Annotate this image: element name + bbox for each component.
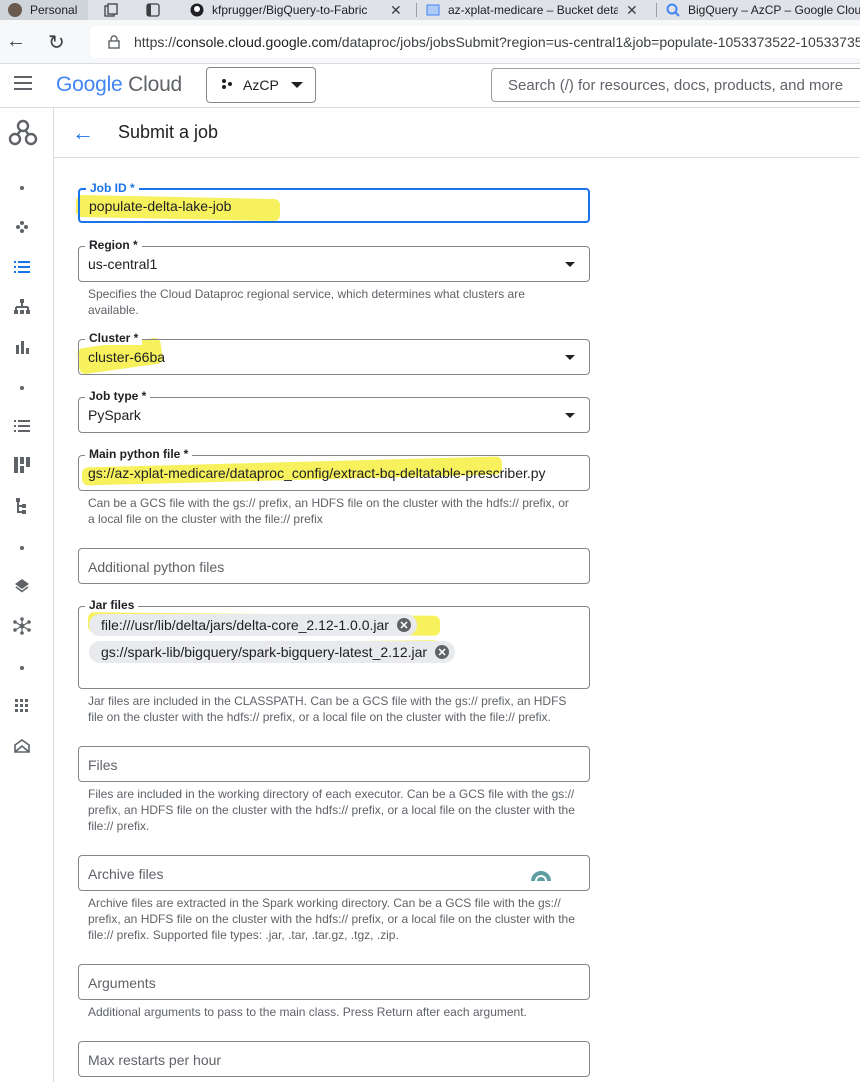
- region-label: Region *: [85, 238, 142, 252]
- search-input[interactable]: Search (/) for resources, docs, products…: [491, 68, 860, 102]
- back-arrow-icon[interactable]: ←: [6, 30, 26, 53]
- tab-github[interactable]: kfprugger/BigQuery-to-Fabric ✕: [182, 0, 412, 20]
- arguments-placeholder: Arguments: [88, 975, 156, 991]
- network-icon[interactable]: [13, 617, 31, 635]
- url-path: /dataproc/jobs/jobsSubmit?region=us-cent…: [337, 34, 860, 50]
- hierarchy-icon[interactable]: [13, 497, 31, 515]
- additional-python-files-field[interactable]: Additional python files: [78, 548, 590, 584]
- logo-cloud: Cloud: [128, 73, 183, 96]
- dropdown-arrow-icon: [565, 413, 575, 418]
- jar-chip[interactable]: file:///usr/lib/delta/jars/delta-core_2.…: [89, 614, 417, 636]
- console-header: Google Cloud AzCP Search (/) for resourc…: [0, 64, 860, 108]
- main-python-file-help: Can be a GCS file with the gs:// prefix,…: [88, 496, 569, 526]
- job-type-value: PySpark: [88, 407, 141, 423]
- nav-dot: [20, 386, 24, 390]
- nav-dot: [20, 186, 24, 190]
- region-select[interactable]: Region * us-central1: [78, 238, 590, 282]
- clusters-icon[interactable]: [13, 218, 31, 236]
- page-header: ← Submit a job: [54, 108, 860, 158]
- job-type-label: Job type *: [85, 389, 151, 403]
- menu-icon[interactable]: [14, 76, 32, 90]
- loading-spinner-icon: [531, 865, 551, 885]
- bigquery-icon: [666, 3, 680, 17]
- url-host: console.cloud.google.com: [176, 34, 338, 50]
- profile-label: Personal: [30, 3, 78, 17]
- job-id-label: Job ID *: [86, 181, 139, 195]
- jar-chip[interactable]: gs://spark-lib/bigquery/spark-bigquery-l…: [89, 641, 456, 663]
- project-picker-button[interactable]: AzCP: [206, 67, 316, 103]
- project-name: AzCP: [243, 77, 279, 93]
- url-prefix: https://: [134, 34, 177, 50]
- layers-icon[interactable]: [13, 577, 31, 595]
- main-python-file-value: gs://az-xplat-medicare/dataproc_config/e…: [88, 465, 546, 481]
- job-id-value: populate-delta-lake-job: [89, 198, 232, 214]
- max-restarts-placeholder: Max restarts per hour: [88, 1052, 222, 1068]
- project-icon: [221, 77, 233, 93]
- avatar: [8, 3, 22, 17]
- apps-grid-icon[interactable]: [13, 697, 31, 715]
- chevron-down-icon: [290, 82, 303, 88]
- archive-files-field[interactable]: Archive files: [78, 855, 590, 891]
- lock-icon: [108, 35, 120, 49]
- remove-chip-icon[interactable]: ✕: [435, 645, 450, 659]
- job-id-field[interactable]: Job ID * populate-delta-lake-job: [78, 181, 590, 223]
- nav-dot: [20, 546, 24, 550]
- max-restarts-field[interactable]: Max restarts per hour: [78, 1041, 590, 1077]
- address-bar-row: ← ↻ https://console.cloud.google.com/dat…: [0, 20, 860, 64]
- files-field[interactable]: Files: [78, 746, 590, 782]
- page-title: Submit a job: [118, 122, 219, 142]
- jar-files-field[interactable]: Jar files file:///usr/lib/delta/jars/del…: [78, 598, 590, 689]
- remove-chip-icon[interactable]: ✕: [396, 618, 411, 632]
- github-icon: [190, 3, 204, 17]
- tab-label: BigQuery – AzCP – Google Cloud: [688, 3, 860, 17]
- arguments-help: Additional arguments to pass to the main…: [88, 1005, 527, 1019]
- product-nav-rail: [0, 108, 54, 1082]
- back-arrow-icon[interactable]: ←: [72, 120, 94, 146]
- storage-icon: [426, 3, 440, 17]
- tab-label: az-xplat-medicare – Bucket details: [448, 3, 618, 17]
- region-help-text: Specifies the Cloud Dataproc regional se…: [88, 287, 525, 317]
- tab-actions-icon[interactable]: [138, 0, 168, 20]
- jar-files-help: Jar files are included in the CLASSPATH.…: [88, 694, 567, 724]
- tab-label: kfprugger/BigQuery-to-Fabric: [212, 3, 368, 17]
- nav-dot: [20, 666, 24, 670]
- jar-chip-label: gs://spark-lib/bigquery/spark-bigquery-l…: [101, 644, 428, 660]
- tab-bigquery[interactable]: BigQuery – AzCP – Google Cloud: [658, 0, 860, 20]
- arguments-field[interactable]: Arguments: [78, 964, 590, 1000]
- dropdown-arrow-icon: [565, 355, 575, 360]
- workflows-icon[interactable]: [13, 298, 31, 316]
- browser-tab-strip: Personal kfprugger/BigQuery-to-Fabric ✕ …: [0, 0, 860, 20]
- cluster-select[interactable]: Cluster * cluster-66ba: [78, 331, 590, 375]
- region-value: us-central1: [88, 256, 158, 272]
- google-cloud-logo[interactable]: Google Cloud: [56, 73, 182, 97]
- files-placeholder: Files: [88, 757, 118, 773]
- jar-chip-label: file:///usr/lib/delta/jars/delta-core_2.…: [101, 617, 389, 633]
- logo-google: Google: [56, 73, 123, 96]
- jobs-list-icon[interactable]: [13, 258, 31, 276]
- cluster-label: Cluster *: [85, 331, 143, 345]
- close-icon[interactable]: ✕: [626, 2, 638, 19]
- dataproc-icon[interactable]: [8, 118, 38, 148]
- dashboard-icon[interactable]: [13, 456, 31, 474]
- files-help: Files are included in the working direct…: [88, 787, 575, 833]
- additional-python-files-placeholder: Additional python files: [88, 559, 225, 575]
- profile-tab[interactable]: Personal: [0, 0, 88, 20]
- job-type-select[interactable]: Job type * PySpark: [78, 389, 590, 433]
- cluster-value: cluster-66ba: [88, 349, 166, 365]
- bar-chart-icon[interactable]: [13, 338, 31, 356]
- workspaces-icon[interactable]: [96, 0, 136, 20]
- list-icon[interactable]: [13, 417, 31, 435]
- jar-files-label: Jar files: [85, 598, 139, 612]
- url-field[interactable]: https://console.cloud.google.com/datapro…: [90, 26, 860, 58]
- search-placeholder: Search (/) for resources, docs, products…: [508, 76, 844, 94]
- tab-bucket[interactable]: az-xplat-medicare – Bucket details ✕: [418, 0, 652, 20]
- reload-icon[interactable]: ↻: [48, 30, 65, 55]
- main-python-file-field[interactable]: Main python file * gs://az-xplat-medicar…: [78, 447, 590, 491]
- metastore-icon[interactable]: [13, 737, 31, 755]
- main-python-file-label: Main python file *: [85, 447, 193, 461]
- close-icon[interactable]: ✕: [390, 2, 402, 19]
- archive-files-help: Archive files are extracted in the Spark…: [88, 896, 575, 942]
- archive-files-placeholder: Archive files: [88, 866, 164, 882]
- dropdown-arrow-icon: [565, 262, 575, 267]
